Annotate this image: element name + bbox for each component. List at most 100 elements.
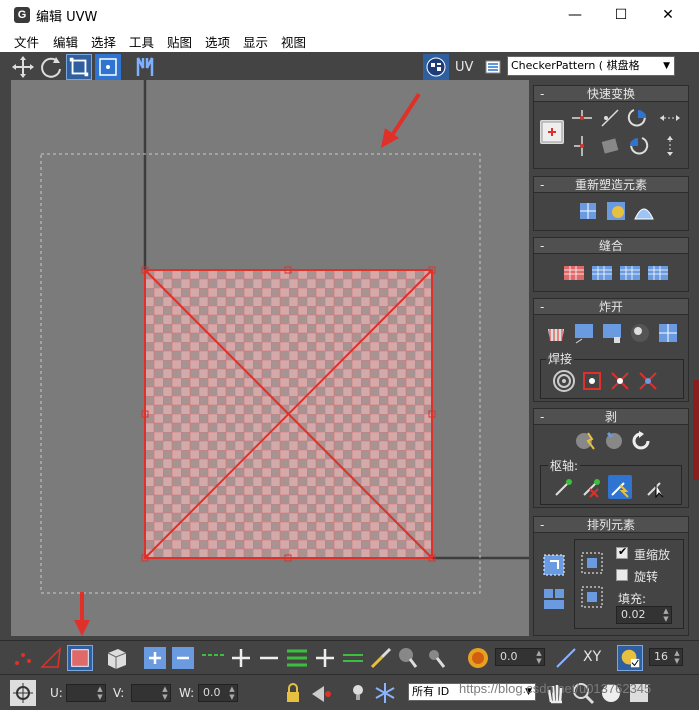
flatten-smoothing-icon[interactable] (628, 321, 652, 345)
pack-normalize-icon[interactable] (542, 553, 566, 577)
target-weld-icon[interactable] (552, 369, 576, 393)
vertex-mode-icon[interactable] (10, 645, 36, 671)
w-spinner[interactable]: 0.0 ▲ ▼ (198, 684, 238, 702)
menu-file[interactable]: 文件 (14, 32, 39, 51)
align-linear-icon[interactable] (598, 106, 622, 130)
rotate-plus-90-icon[interactable] (626, 106, 650, 130)
relax-until-flat-icon[interactable] (632, 199, 656, 223)
texture-dropdown[interactable]: CheckerPattern ( 棋盘格 ▼ (507, 56, 675, 76)
stitch-header[interactable]: - 缝合 (534, 238, 688, 254)
maximize-button[interactable]: ☐ (598, 0, 644, 30)
shrink-selection-icon[interactable] (170, 645, 196, 671)
soft-selection-icon[interactable] (465, 645, 491, 671)
menu-view[interactable]: 视图 (281, 32, 306, 51)
lock-icon[interactable] (280, 680, 306, 706)
hide-icon[interactable] (308, 680, 334, 706)
space-vertical-icon[interactable] (658, 134, 682, 158)
arrange-header[interactable]: - 排列元素 (534, 517, 688, 533)
detach-icon[interactable] (572, 321, 596, 345)
shrink-loop-icon[interactable] (256, 645, 282, 671)
stitch-to-target-icon[interactable] (618, 260, 642, 284)
edge-mode-icon[interactable] (38, 645, 64, 671)
soft-select-spinner[interactable]: 0.0 ▲ ▼ (495, 648, 545, 666)
break-icon[interactable] (544, 321, 568, 345)
unpin-icon[interactable] (580, 475, 604, 499)
uv-viewport[interactable] (11, 80, 529, 636)
grow-loop-icon[interactable] (228, 645, 254, 671)
peel-header[interactable]: -剥 (534, 409, 688, 425)
freeze-icon[interactable] (372, 680, 398, 706)
weld-threshold-icon[interactable] (636, 369, 660, 393)
stitch-custom-icon[interactable] (646, 260, 670, 284)
spinner-arrows-icon[interactable]: ▲ ▼ (535, 649, 543, 665)
stitch-average-icon[interactable] (590, 260, 614, 284)
light-bulb-icon[interactable] (345, 680, 371, 706)
straighten-icon[interactable] (598, 134, 622, 158)
peel-mode-icon[interactable] (602, 429, 626, 453)
grow-selection-icon[interactable] (142, 645, 168, 671)
padding-spinner[interactable]: 0.02 ▲ ▼ (616, 606, 672, 624)
menu-tools[interactable]: 工具 (129, 32, 154, 51)
grid-spinner[interactable]: 16 ▲ ▼ (649, 648, 683, 666)
u-spinner[interactable]: ▲ ▼ (66, 684, 106, 702)
flatten-material-icon[interactable] (656, 321, 680, 345)
straighten-selection-icon[interactable] (576, 199, 600, 223)
rotate-icon[interactable] (38, 54, 64, 80)
scale-icon[interactable] (66, 54, 92, 80)
close-button[interactable]: ✕ (645, 0, 691, 30)
align-vertical-icon[interactable] (570, 134, 594, 158)
spinner-arrows-icon[interactable]: ▲ ▼ (673, 649, 681, 665)
shrink-ring-icon[interactable] (340, 645, 366, 671)
space-horizontal-icon[interactable] (658, 106, 682, 130)
quick-transform-header[interactable]: - 快速变换 (534, 86, 688, 102)
relax-icon[interactable] (604, 199, 628, 223)
grid-snap-icon[interactable] (617, 645, 643, 671)
rescale-checkbox[interactable]: ✔ (616, 545, 628, 559)
move-icon[interactable] (10, 54, 36, 80)
reset-peel-icon[interactable] (630, 429, 654, 453)
pivot-point-icon[interactable] (540, 120, 564, 144)
show-map-icon[interactable] (423, 54, 449, 80)
menu-options[interactable]: 选项 (205, 32, 230, 51)
paint-select-icon[interactable] (368, 645, 394, 671)
menu-select[interactable]: 选择 (91, 32, 116, 51)
face-mode-icon[interactable] (67, 645, 93, 671)
pin-icon[interactable] (552, 475, 576, 499)
arrange-rollout: - 排列元素 ✔ 重缩放 旋转 填充: 0.02 ▲ ▼ (533, 516, 689, 636)
explode-header[interactable]: - 炸开 (534, 299, 688, 315)
spinner-arrows-icon[interactable]: ▲ ▼ (662, 607, 670, 623)
spinner-arrows-icon[interactable]: ▲ ▼ (228, 685, 236, 701)
grow-ring-icon[interactable] (312, 645, 338, 671)
mirror-icon[interactable] (132, 54, 158, 80)
pack-group-icon[interactable] (580, 585, 604, 609)
ring-icon[interactable] (284, 645, 310, 671)
select-pins-icon[interactable] (644, 475, 668, 499)
falloff-icon[interactable] (553, 645, 579, 671)
pin-auto-icon[interactable] (608, 475, 632, 499)
spinner-arrows-icon[interactable]: ▲ ▼ (96, 685, 104, 701)
pack-custom-icon[interactable] (580, 551, 604, 575)
menu-edit[interactable]: 编辑 (53, 32, 78, 51)
rotate-checkbox[interactable] (616, 569, 628, 581)
weld-selected-icon[interactable] (580, 369, 604, 393)
flatten-icon[interactable] (600, 321, 624, 345)
minimize-button[interactable]: — (552, 0, 598, 30)
spinner-arrows-icon[interactable]: ▲ ▼ (161, 685, 169, 701)
stitch-to-source-icon[interactable] (562, 260, 586, 284)
v-spinner[interactable]: ▲ ▼ (131, 684, 171, 702)
list-icon[interactable] (480, 54, 506, 80)
shrink-brush-icon[interactable] (422, 645, 448, 671)
align-horizontal-icon[interactable] (570, 106, 594, 130)
rotate-minus-90-icon[interactable] (626, 134, 650, 158)
reshape-header[interactable]: - 重新塑造元素 (534, 177, 688, 193)
enlarge-brush-icon[interactable] (394, 645, 420, 671)
element-mode-icon[interactable] (104, 645, 130, 671)
pack-together-icon[interactable] (542, 587, 566, 611)
menu-mapping[interactable]: 贴图 (167, 32, 192, 51)
weld-all-icon[interactable] (608, 369, 632, 393)
menu-display[interactable]: 显示 (243, 32, 268, 51)
absolute-mode-icon[interactable] (10, 680, 36, 706)
freeform-icon[interactable] (95, 54, 121, 80)
quick-peel-icon[interactable] (574, 429, 598, 453)
loop-icon[interactable] (200, 645, 226, 671)
